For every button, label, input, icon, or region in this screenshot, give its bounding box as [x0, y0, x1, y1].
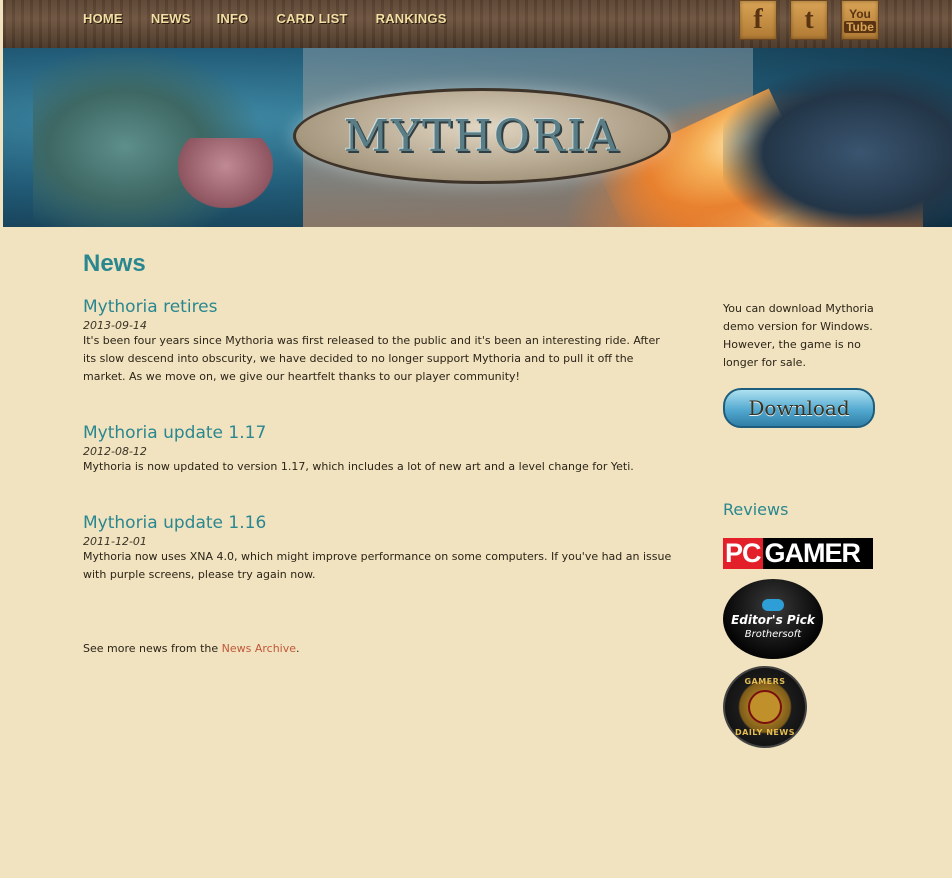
- news-post-body: It's been four years since Mythoria was …: [83, 334, 660, 383]
- mythoria-logo[interactable]: MYTHORIA: [293, 88, 671, 184]
- news-post-title: Mythoria update 1.16: [83, 513, 267, 533]
- news-post: Mythoria retires 2013-09-14 It's been fo…: [83, 297, 673, 386]
- download-button[interactable]: Download: [723, 388, 875, 428]
- header-banner: MYTHORIA: [3, 48, 952, 227]
- facebook-icon[interactable]: f: [739, 0, 777, 40]
- nav-rankings[interactable]: RANKINGS: [376, 11, 447, 26]
- pc-gamer-gamer: GAMER: [764, 538, 861, 568]
- twitter-label: t: [804, 4, 814, 35]
- nav-card-list[interactable]: CARD LIST: [276, 11, 347, 26]
- logo-text: MYTHORIA: [343, 110, 621, 162]
- news-archive-suffix: .: [296, 642, 300, 655]
- badge-top-text: GAMERS: [744, 677, 786, 686]
- news-archive-link[interactable]: News Archive: [222, 642, 296, 655]
- main-nav: HOME NEWS INFO CARD LIST RANKINGS: [83, 11, 475, 26]
- news-archive-prefix: See more news from the: [83, 642, 222, 655]
- top-nav-bar: HOME NEWS INFO CARD LIST RANKINGS f t Yo…: [3, 0, 952, 51]
- brothersoft-editors-pick-badge[interactable]: Editor's Pick Brothersoft: [723, 579, 823, 659]
- news-post-body: Mythoria is now updated to version 1.17,…: [83, 460, 634, 473]
- pc-gamer-pc: PC: [723, 538, 763, 569]
- youtube-you-label: You: [849, 6, 871, 21]
- youtube-tube-label: Tube: [844, 19, 876, 34]
- news-post: Mythoria update 1.17 2012-08-12 Mythoria…: [83, 423, 673, 476]
- badge-bottom-text: DAILY NEWS: [735, 728, 795, 737]
- news-post-date: 2011-12-01: [83, 535, 147, 548]
- page-title: News: [83, 250, 146, 277]
- news-post-title: Mythoria update 1.17: [83, 423, 267, 443]
- banner-fin-art: [178, 138, 273, 208]
- pc-gamer-logo[interactable]: PC GAMER: [723, 538, 873, 569]
- facebook-label: f: [753, 4, 763, 35]
- news-post: Mythoria update 1.16 2011-12-01 Mythoria…: [83, 513, 673, 584]
- download-description: You can download Mythoria demo version f…: [723, 302, 874, 369]
- banner-dragon-art: [723, 68, 952, 227]
- nav-info[interactable]: INFO: [217, 11, 249, 26]
- news-post-body: Mythoria now uses XNA 4.0, which might i…: [83, 550, 672, 581]
- gamepad-icon: [762, 598, 784, 611]
- news-post-date: 2013-09-14: [83, 319, 147, 332]
- badge-title: Editor's Pick: [731, 612, 815, 627]
- nav-news[interactable]: NEWS: [151, 11, 191, 26]
- globe-icon: [748, 690, 782, 724]
- badge-subtitle: Brothersoft: [744, 628, 802, 640]
- twitter-icon[interactable]: t: [790, 0, 828, 40]
- gamers-daily-news-badge[interactable]: GAMERS DAILY NEWS: [723, 666, 807, 748]
- news-archive-line: See more news from the News Archive.: [83, 642, 300, 655]
- news-post-date: 2012-08-12: [83, 445, 147, 458]
- youtube-icon[interactable]: You Tube: [841, 0, 879, 40]
- social-links: f t You Tube: [739, 0, 879, 40]
- news-post-title: Mythoria retires: [83, 297, 218, 317]
- reviews-heading: Reviews: [723, 500, 789, 519]
- nav-home[interactable]: HOME: [83, 11, 123, 26]
